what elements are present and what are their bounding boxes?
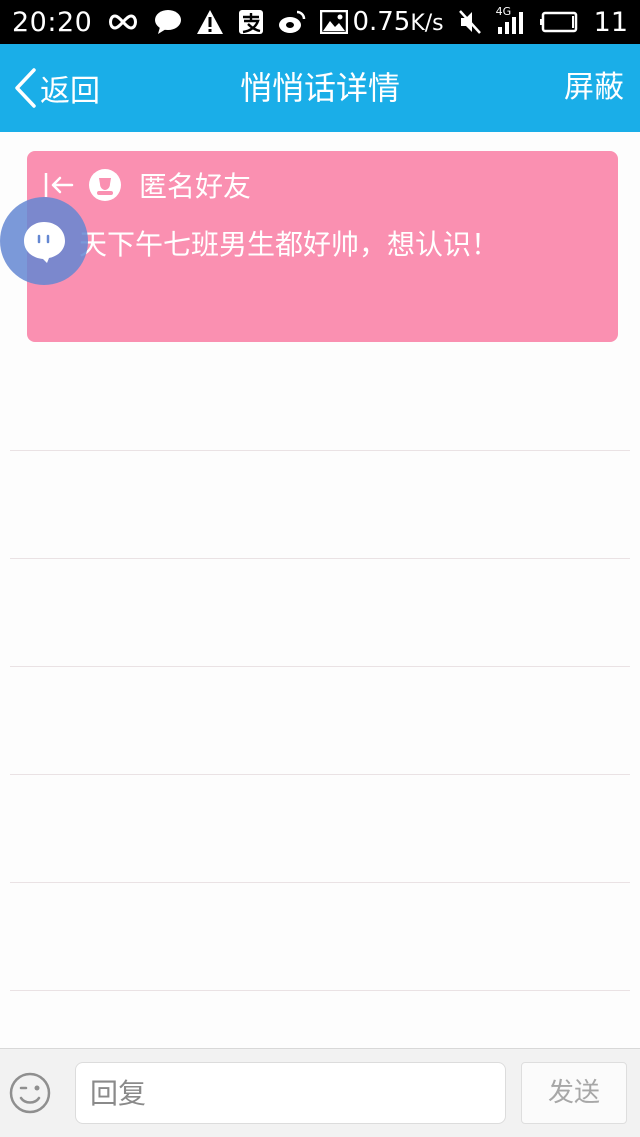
card-header: 匿名好友: [43, 169, 251, 203]
network-type: 4G: [495, 5, 512, 18]
image-icon: [320, 7, 349, 37]
chat-icon: [154, 7, 182, 37]
message-text: 天下午七班男生都好帅，想认识！: [79, 228, 500, 261]
divider: [10, 450, 630, 451]
anonymous-avatar-icon: [89, 169, 121, 201]
send-button[interactable]: 发送: [521, 1062, 627, 1124]
battery-icon: [539, 7, 580, 37]
divider: [10, 882, 630, 883]
reply-arrow-icon[interactable]: [43, 170, 75, 200]
floating-assistant-button[interactable]: [0, 197, 88, 285]
divider: [10, 666, 630, 667]
signal-icon: 4G: [495, 5, 526, 37]
divider: [10, 774, 630, 775]
warning-icon: [196, 7, 224, 37]
infinity-icon: [106, 7, 140, 37]
reply-bar: 发送: [0, 1048, 640, 1137]
title-bar: 返回 悄悄话详情 屏蔽: [0, 44, 640, 132]
message-card: 匿名好友 天下午七班男生都好帅，想认识！: [27, 151, 618, 342]
emoji-icon[interactable]: [8, 1071, 52, 1115]
speed-value: 0.75: [352, 7, 411, 37]
sender-name: 匿名好友: [139, 170, 252, 203]
weibo-icon: [278, 7, 306, 37]
chat-bubble-mascot-icon: [19, 218, 69, 264]
network-speed: 0.75K/s: [352, 7, 443, 37]
block-button[interactable]: 屏蔽: [564, 44, 624, 132]
mute-icon: [458, 7, 482, 37]
back-button[interactable]: 返回: [12, 44, 100, 132]
alipay-icon: [238, 7, 264, 37]
reply-input[interactable]: [75, 1062, 506, 1124]
divider: [10, 990, 630, 991]
divider: [10, 558, 630, 559]
status-bar: 20:20 0.75K/s 4G 11: [0, 0, 640, 44]
chevron-left-icon: [12, 67, 38, 109]
battery-level: 11: [593, 6, 628, 38]
back-label: 返回: [40, 74, 100, 109]
speed-unit: K/s: [410, 11, 444, 36]
status-time: 20:20: [12, 6, 93, 38]
